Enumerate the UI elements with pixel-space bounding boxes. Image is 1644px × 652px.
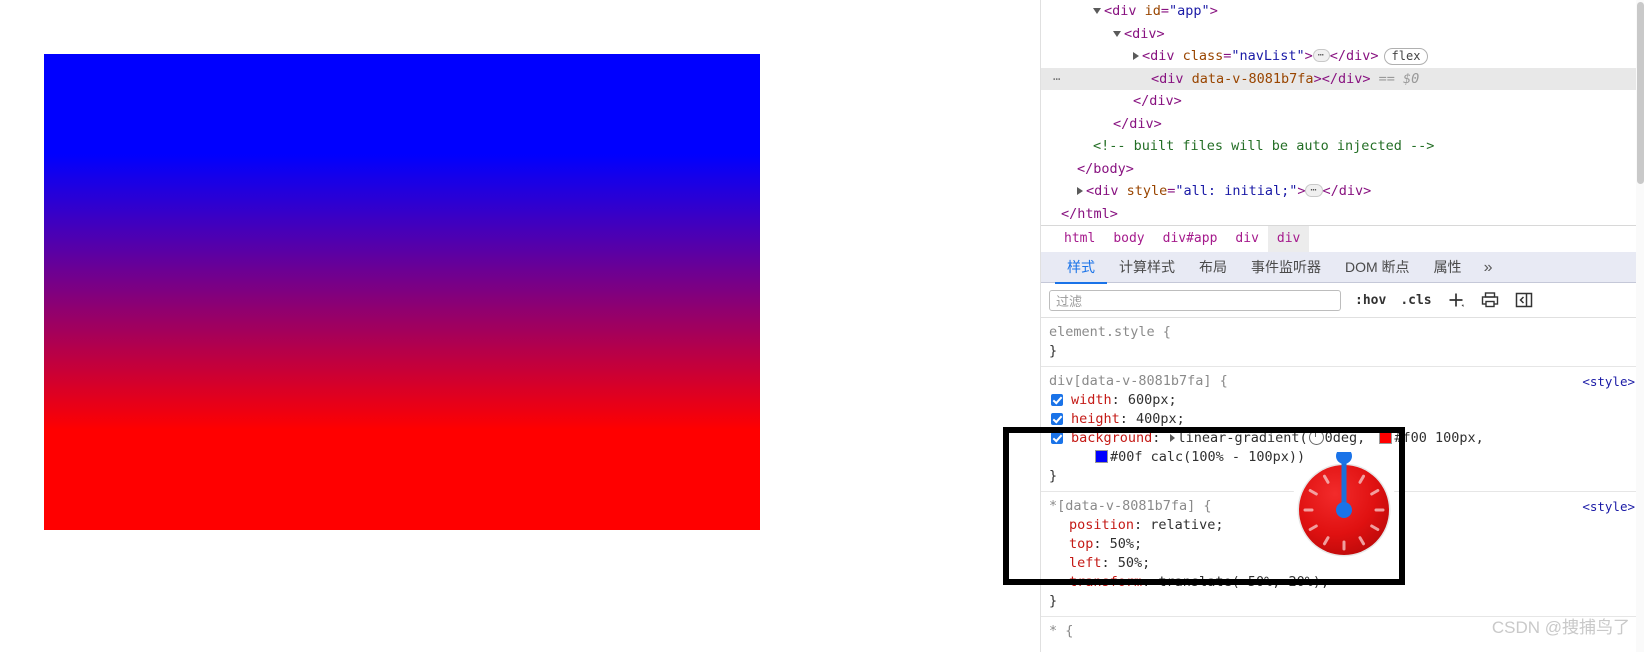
expand-ellipsis-icon[interactable]: ⋯ bbox=[1312, 48, 1330, 62]
declaration-value[interactable]: relative; bbox=[1150, 517, 1223, 533]
page-preview bbox=[0, 0, 1040, 652]
declaration-property[interactable]: top bbox=[1069, 536, 1093, 552]
red-clock-cursor bbox=[1288, 448, 1400, 564]
tab-properties[interactable]: 属性 bbox=[1422, 252, 1474, 282]
declaration-property[interactable]: left bbox=[1069, 555, 1102, 571]
dom-attr-datav: data-v-8081b7fa bbox=[1191, 70, 1314, 87]
gradient-stop2-color[interactable]: #00f bbox=[1110, 449, 1143, 465]
declaration-value[interactable]: 50%; bbox=[1110, 536, 1143, 552]
dom-node-div-navlist[interactable]: <div class="navList"> ⋯ </div> flex bbox=[1041, 45, 1644, 68]
dom-node-div-all-initial[interactable]: <div style="all: initial;"> ⋯ </div> bbox=[1041, 180, 1644, 203]
declaration-property[interactable]: transform bbox=[1069, 574, 1142, 590]
gradient-stop2-pos[interactable]: calc(100% - 100px)) bbox=[1151, 449, 1305, 465]
csdn-watermark: CSDN @捜捕鸟了 bbox=[1491, 618, 1630, 637]
breadcrumb-item-body[interactable]: body bbox=[1104, 226, 1153, 252]
gradient-preview-box bbox=[44, 54, 760, 530]
close-body-tag: </body> bbox=[1077, 160, 1134, 177]
tab-computed[interactable]: 计算样式 bbox=[1107, 252, 1187, 282]
rule-source-link[interactable]: <style> bbox=[1582, 372, 1635, 391]
gradient-angle[interactable]: 0deg, bbox=[1325, 430, 1366, 446]
tab-dom-breakpoints[interactable]: DOM 断点 bbox=[1333, 252, 1422, 282]
dom-node-close-body: </body> bbox=[1041, 158, 1644, 181]
declaration-height[interactable]: height: 400px; bbox=[1049, 410, 1644, 429]
dom-node-close-html: </html> bbox=[1041, 203, 1644, 226]
rule-close-brace: } bbox=[1049, 343, 1058, 359]
color-swatch-blue[interactable] bbox=[1095, 449, 1108, 463]
hov-toggle[interactable]: :hov bbox=[1355, 293, 1386, 308]
expand-ellipsis-icon[interactable]: ⋯ bbox=[1305, 183, 1323, 197]
chevron-down-icon[interactable] bbox=[1113, 30, 1121, 37]
red-clock-cursor-svg bbox=[1290, 448, 1398, 564]
styles-filter-toolbar[interactable]: 过滤 :hov .cls bbox=[1041, 283, 1644, 318]
breadcrumb-item-div-app[interactable]: div#app bbox=[1154, 226, 1227, 252]
rule-source-link[interactable]: <style> bbox=[1582, 497, 1635, 516]
dom-node-close-div-2: </div> bbox=[1113, 115, 1162, 132]
dom-node-selected-div[interactable]: ⋯ <div data-v-8081b7fa></div> == $0 bbox=[1041, 67, 1644, 91]
dom-comment-text: <!-- built files will be auto injected -… bbox=[1093, 138, 1435, 154]
breadcrumb-item-html[interactable]: html bbox=[1055, 226, 1104, 252]
declaration-checkbox[interactable] bbox=[1051, 394, 1063, 406]
rule-close-brace: } bbox=[1049, 593, 1058, 609]
tab-styles[interactable]: 样式 bbox=[1055, 252, 1107, 284]
dom-node-div-app[interactable]: <div id="app"> bbox=[1041, 0, 1644, 23]
computed-sidebar-icon-svg bbox=[1515, 292, 1532, 308]
print-styles-icon[interactable] bbox=[1480, 290, 1500, 310]
breadcrumb[interactable]: html body div#app div div bbox=[1041, 225, 1644, 252]
devtools-scrollbar[interactable] bbox=[1636, 0, 1644, 652]
dom-node-close-div-1: </div> bbox=[1133, 93, 1182, 109]
declaration-property[interactable]: height bbox=[1071, 411, 1120, 427]
close-html-tag: </html> bbox=[1061, 205, 1118, 222]
filter-input[interactable]: 过滤 bbox=[1049, 289, 1341, 311]
declaration-value[interactable]: 400px; bbox=[1136, 411, 1185, 427]
chevron-down-icon[interactable] bbox=[1093, 8, 1101, 14]
angle-clock-icon[interactable] bbox=[1308, 429, 1324, 445]
chevron-right-icon[interactable] bbox=[1077, 187, 1083, 195]
expand-value-icon[interactable] bbox=[1169, 434, 1175, 442]
rule-element-style[interactable]: element.style { } bbox=[1041, 318, 1644, 367]
breadcrumb-item-div[interactable]: div bbox=[1226, 226, 1267, 252]
declaration-transform[interactable]: transform: translate(-50%, 20%); bbox=[1049, 573, 1644, 592]
computed-sidebar-icon[interactable] bbox=[1514, 290, 1534, 310]
color-swatch-red[interactable] bbox=[1379, 430, 1393, 444]
dom-node-div-wrapper[interactable]: <div> bbox=[1041, 23, 1644, 46]
declaration-property[interactable]: width bbox=[1071, 392, 1112, 408]
gradient-func[interactable]: linear-gradient( bbox=[1178, 430, 1308, 446]
chevron-right-icon[interactable] bbox=[1133, 52, 1139, 60]
dom-tree[interactable]: <div id="app"> <div> <div class="navList… bbox=[1041, 0, 1644, 225]
declaration-property[interactable]: position bbox=[1069, 517, 1134, 533]
declaration-value[interactable]: 600px; bbox=[1128, 392, 1177, 408]
dom-node-comment: <!-- built files will be auto injected -… bbox=[1041, 135, 1644, 158]
more-options-icon[interactable]: ⋯ bbox=[1053, 68, 1061, 91]
declaration-value[interactable]: translate(-50%, 20%); bbox=[1158, 574, 1329, 590]
breadcrumb-item-div-selected[interactable]: div bbox=[1267, 226, 1310, 252]
gradient-stop1-color[interactable]: #f00 bbox=[1394, 430, 1427, 446]
plus-icon[interactable] bbox=[1446, 290, 1466, 310]
declaration-property[interactable]: background bbox=[1071, 430, 1152, 446]
rule-selector[interactable]: div[data-v-8081b7fa] { bbox=[1049, 372, 1644, 391]
print-styles-icon-svg bbox=[1481, 292, 1498, 308]
tabs-overflow-icon[interactable]: » bbox=[1474, 253, 1503, 283]
tab-layout[interactable]: 布局 bbox=[1187, 252, 1239, 282]
declaration-checkbox[interactable] bbox=[1051, 432, 1063, 444]
flex-badge[interactable]: flex bbox=[1383, 47, 1429, 65]
declaration-value[interactable]: 50%; bbox=[1118, 555, 1151, 571]
tab-event-listeners[interactable]: 事件监听器 bbox=[1239, 252, 1333, 282]
rule-selector[interactable]: element.style { bbox=[1049, 323, 1644, 342]
plus-icon-svg bbox=[1449, 293, 1464, 307]
declaration-checkbox[interactable] bbox=[1051, 413, 1063, 425]
gradient-stop1-pos[interactable]: 100px, bbox=[1435, 430, 1484, 446]
cls-toggle[interactable]: .cls bbox=[1400, 293, 1431, 308]
declaration-width[interactable]: width: 600px; bbox=[1049, 391, 1644, 410]
selected-node-ref: == $0 bbox=[1378, 70, 1420, 87]
devtools-scrollbar-thumb[interactable] bbox=[1637, 2, 1644, 184]
styles-tab-bar[interactable]: 样式 计算样式 布局 事件监听器 DOM 断点 属性» bbox=[1041, 252, 1644, 284]
